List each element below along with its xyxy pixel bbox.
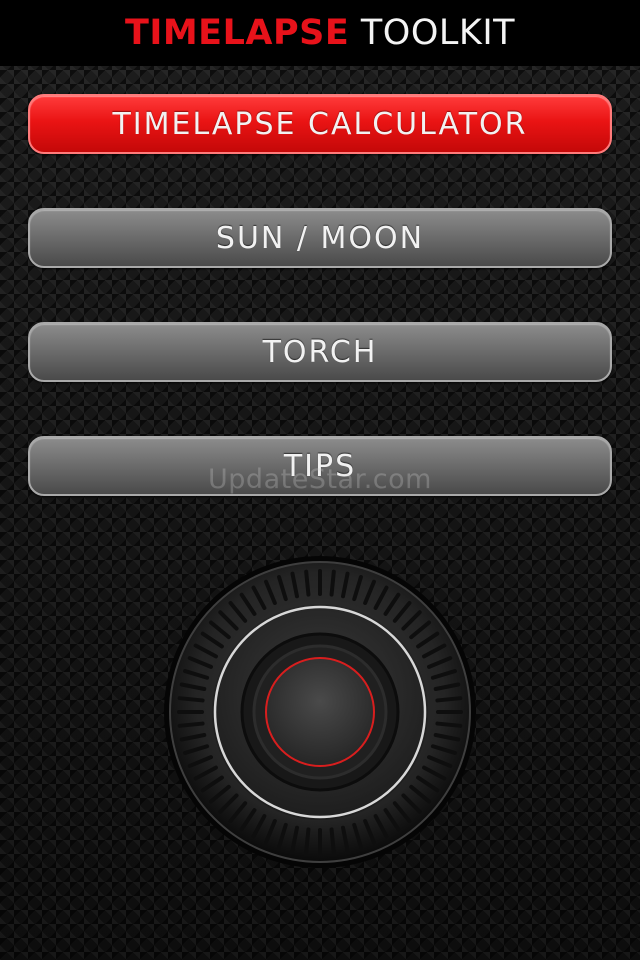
- torch-button[interactable]: TORCH: [28, 322, 612, 382]
- timelapse-calculator-button[interactable]: TIMELAPSE CALCULATOR: [28, 94, 612, 154]
- sun-moon-button[interactable]: SUN / MOON: [28, 208, 612, 268]
- dial-tick: [329, 569, 336, 597]
- dial-tick: [329, 827, 336, 855]
- dial-tick: [435, 721, 463, 728]
- dial-tick: [177, 696, 205, 703]
- title-rest: TOOLKIT: [360, 13, 516, 53]
- tips-button[interactable]: TIPS: [28, 436, 612, 496]
- app-screen: TIMELAPSE TOOLKIT TIMELAPSE CALCULATOR S…: [0, 0, 640, 960]
- dial-tick: [177, 721, 205, 728]
- dial-tick: [304, 827, 311, 855]
- app-title: TIMELAPSE TOOLKIT: [0, 0, 640, 66]
- rotary-dial-icon[interactable]: [160, 552, 480, 872]
- dial-center-ring: [265, 657, 375, 767]
- title-accent: TIMELAPSE: [124, 13, 350, 53]
- dial-tick: [435, 696, 463, 703]
- dial-graphic: [164, 556, 476, 868]
- dial-tick: [304, 569, 311, 597]
